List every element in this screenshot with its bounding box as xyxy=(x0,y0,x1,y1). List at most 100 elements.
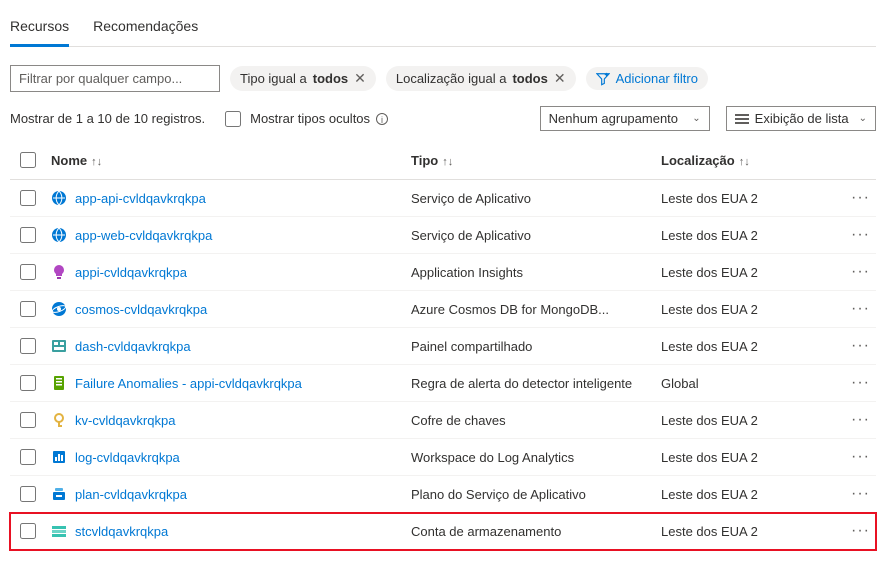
column-header-type[interactable]: Tipo ↑↓ xyxy=(405,141,655,180)
row-checkbox[interactable] xyxy=(20,375,36,391)
resource-name-link[interactable]: appi-cvldqavkrqkpa xyxy=(75,265,187,280)
more-actions-button[interactable]: ··· xyxy=(851,374,870,391)
row-checkbox[interactable] xyxy=(20,301,36,317)
row-checkbox[interactable] xyxy=(20,338,36,354)
more-actions-button[interactable]: ··· xyxy=(851,226,870,243)
more-actions-button[interactable]: ··· xyxy=(851,411,870,428)
resource-icon xyxy=(51,227,67,243)
resource-name-link[interactable]: stcvldqavkrqkpa xyxy=(75,524,168,539)
resource-icon xyxy=(51,190,67,206)
resource-location: Leste dos EUA 2 xyxy=(655,402,845,439)
resource-location: Leste dos EUA 2 xyxy=(655,476,845,513)
resource-location: Leste dos EUA 2 xyxy=(655,217,845,254)
column-header-name-label: Nome xyxy=(51,153,87,168)
select-all-checkbox[interactable] xyxy=(20,152,36,168)
table-row[interactable]: log-cvldqavkrqkpaWorkspace do Log Analyt… xyxy=(10,439,876,476)
more-actions-button[interactable]: ··· xyxy=(851,485,870,502)
resource-name-link[interactable]: plan-cvldqavkrqkpa xyxy=(75,487,187,502)
filter-pill-type-value: todos xyxy=(313,71,348,86)
filter-pill-location-prefix: Localização igual a xyxy=(396,71,507,86)
table-row[interactable]: app-web-cvldqavkrqkpaServiço de Aplicati… xyxy=(10,217,876,254)
resources-table: Nome↑↓ Tipo ↑↓ Localização ↑↓ app-api-cvld… xyxy=(10,141,876,550)
resource-location: Leste dos EUA 2 xyxy=(655,513,845,550)
resource-type: Regra de alerta do detector inteligente xyxy=(405,365,655,402)
filter-input[interactable] xyxy=(10,65,220,92)
row-checkbox[interactable] xyxy=(20,227,36,243)
table-row[interactable]: Failure Anomalies - appi-cvldqavkrqkpa Re… xyxy=(10,365,876,402)
row-checkbox[interactable] xyxy=(20,190,36,206)
view-dropdown[interactable]: Exibição de lista ⌄ xyxy=(726,106,876,131)
resource-type: Serviço de Aplicativo xyxy=(405,180,655,217)
tab-recommendations[interactable]: Recomendações xyxy=(93,12,198,46)
row-checkbox[interactable] xyxy=(20,486,36,502)
more-actions-button[interactable]: ··· xyxy=(851,522,870,539)
resource-location: Leste dos EUA 2 xyxy=(655,439,845,476)
column-header-location-label: Localização xyxy=(661,153,735,168)
table-row[interactable]: stcvldqavkrqkpa Conta de armazenamentoLes… xyxy=(10,513,876,550)
chevron-down-icon: ⌄ xyxy=(859,113,867,124)
resource-icon xyxy=(51,523,67,539)
more-actions-button[interactable]: ··· xyxy=(851,337,870,354)
tabs-bar: Recursos Recomendações xyxy=(10,12,876,47)
column-header-type-label: Tipo xyxy=(411,153,438,168)
filter-pill-location-value: todos xyxy=(512,71,547,86)
show-hidden-types-input[interactable] xyxy=(225,111,241,127)
table-row[interactable]: plan-cvldqavkrqkpa Plano do Serviço de Ap… xyxy=(10,476,876,513)
resource-icon xyxy=(51,264,67,280)
grouping-dropdown[interactable]: Nenhum agrupamento ⌄ xyxy=(540,106,710,131)
show-hidden-types-checkbox[interactable]: Mostrar tipos ocultos i xyxy=(221,108,388,130)
table-row[interactable]: app-api-cvldqavkrqkpa Serviço de Aplicati… xyxy=(10,180,876,217)
table-row[interactable]: kv-cvldqavkrqkpa Cofre de chavesLeste dos… xyxy=(10,402,876,439)
table-row[interactable]: dash-cvldqavkrqkpaPainel compartilhadoLe… xyxy=(10,328,876,365)
show-hidden-types-label: Mostrar tipos ocultos xyxy=(250,111,370,126)
more-actions-button[interactable]: ··· xyxy=(851,300,870,317)
resource-icon xyxy=(51,338,67,354)
filter-pill-location[interactable]: Localização igual a todos ✕ xyxy=(386,66,576,91)
row-checkbox[interactable] xyxy=(20,523,36,539)
sort-icon: ↑↓ xyxy=(739,156,750,168)
resource-location: Global xyxy=(655,365,845,402)
resource-type: Cofre de chaves xyxy=(405,402,655,439)
resource-type: Conta de armazenamento xyxy=(405,513,655,550)
resource-name-link[interactable]: app-api-cvldqavkrqkpa xyxy=(75,191,206,206)
resource-name-link[interactable]: kv-cvldqavkrqkpa xyxy=(75,413,175,428)
filters-row: Tipo igual a todos ✕ Localização igual a… xyxy=(10,65,876,92)
table-row[interactable]: appi-cvldqavkrqkpaApplication InsightsLe… xyxy=(10,254,876,291)
resource-icon xyxy=(51,375,67,391)
resource-name-link[interactable]: Failure Anomalies - appi-cvldqavkrqkpa xyxy=(75,376,302,391)
resource-type: Plano do Serviço de Aplicativo xyxy=(405,476,655,513)
more-actions-button[interactable]: ··· xyxy=(851,448,870,465)
add-filter-button[interactable]: Adicionar filtro xyxy=(586,67,708,90)
resource-name-link[interactable]: dash-cvldqavkrqkpa xyxy=(75,339,191,354)
add-filter-label: Adicionar filtro xyxy=(616,71,698,86)
resource-location: Leste dos EUA 2 xyxy=(655,180,845,217)
filter-pill-type[interactable]: Tipo igual a todos ✕ xyxy=(230,66,376,91)
resource-type: Azure Cosmos DB for MongoDB... xyxy=(405,291,655,328)
sort-icon: ↑↓ xyxy=(442,156,453,168)
column-header-location[interactable]: Localização ↑↓ xyxy=(655,141,845,180)
resource-icon xyxy=(51,412,67,428)
filter-add-icon xyxy=(596,72,610,86)
controls-row: Mostrar de 1 a 10 de 10 registros. Mostr… xyxy=(10,106,876,131)
more-actions-button[interactable]: ··· xyxy=(851,189,870,206)
resource-icon xyxy=(51,486,67,502)
row-checkbox[interactable] xyxy=(20,449,36,465)
row-checkbox[interactable] xyxy=(20,412,36,428)
view-dropdown-value: Exibição de lista xyxy=(755,111,849,126)
close-icon[interactable]: ✕ xyxy=(554,70,566,87)
grouping-dropdown-value: Nenhum agrupamento xyxy=(549,111,678,126)
row-checkbox[interactable] xyxy=(20,264,36,280)
table-row[interactable]: cosmos-cvldqavkrqkpa Azure Cosmos DB for … xyxy=(10,291,876,328)
resource-name-link[interactable]: log-cvldqavkrqkpa xyxy=(75,450,180,465)
more-actions-button[interactable]: ··· xyxy=(851,263,870,280)
column-header-name[interactable]: Nome↑↓ xyxy=(45,141,405,180)
resource-type: Painel compartilhado xyxy=(405,328,655,365)
resource-name-link[interactable]: app-web-cvldqavkrqkpa xyxy=(75,228,212,243)
resource-icon xyxy=(51,449,67,465)
resource-name-link[interactable]: cosmos-cvldqavkrqkpa xyxy=(75,302,207,317)
list-view-icon xyxy=(735,114,749,124)
close-icon[interactable]: ✕ xyxy=(354,70,366,87)
chevron-down-icon: ⌄ xyxy=(692,113,700,124)
info-icon[interactable]: i xyxy=(376,113,388,125)
tab-resources[interactable]: Recursos xyxy=(10,12,69,47)
